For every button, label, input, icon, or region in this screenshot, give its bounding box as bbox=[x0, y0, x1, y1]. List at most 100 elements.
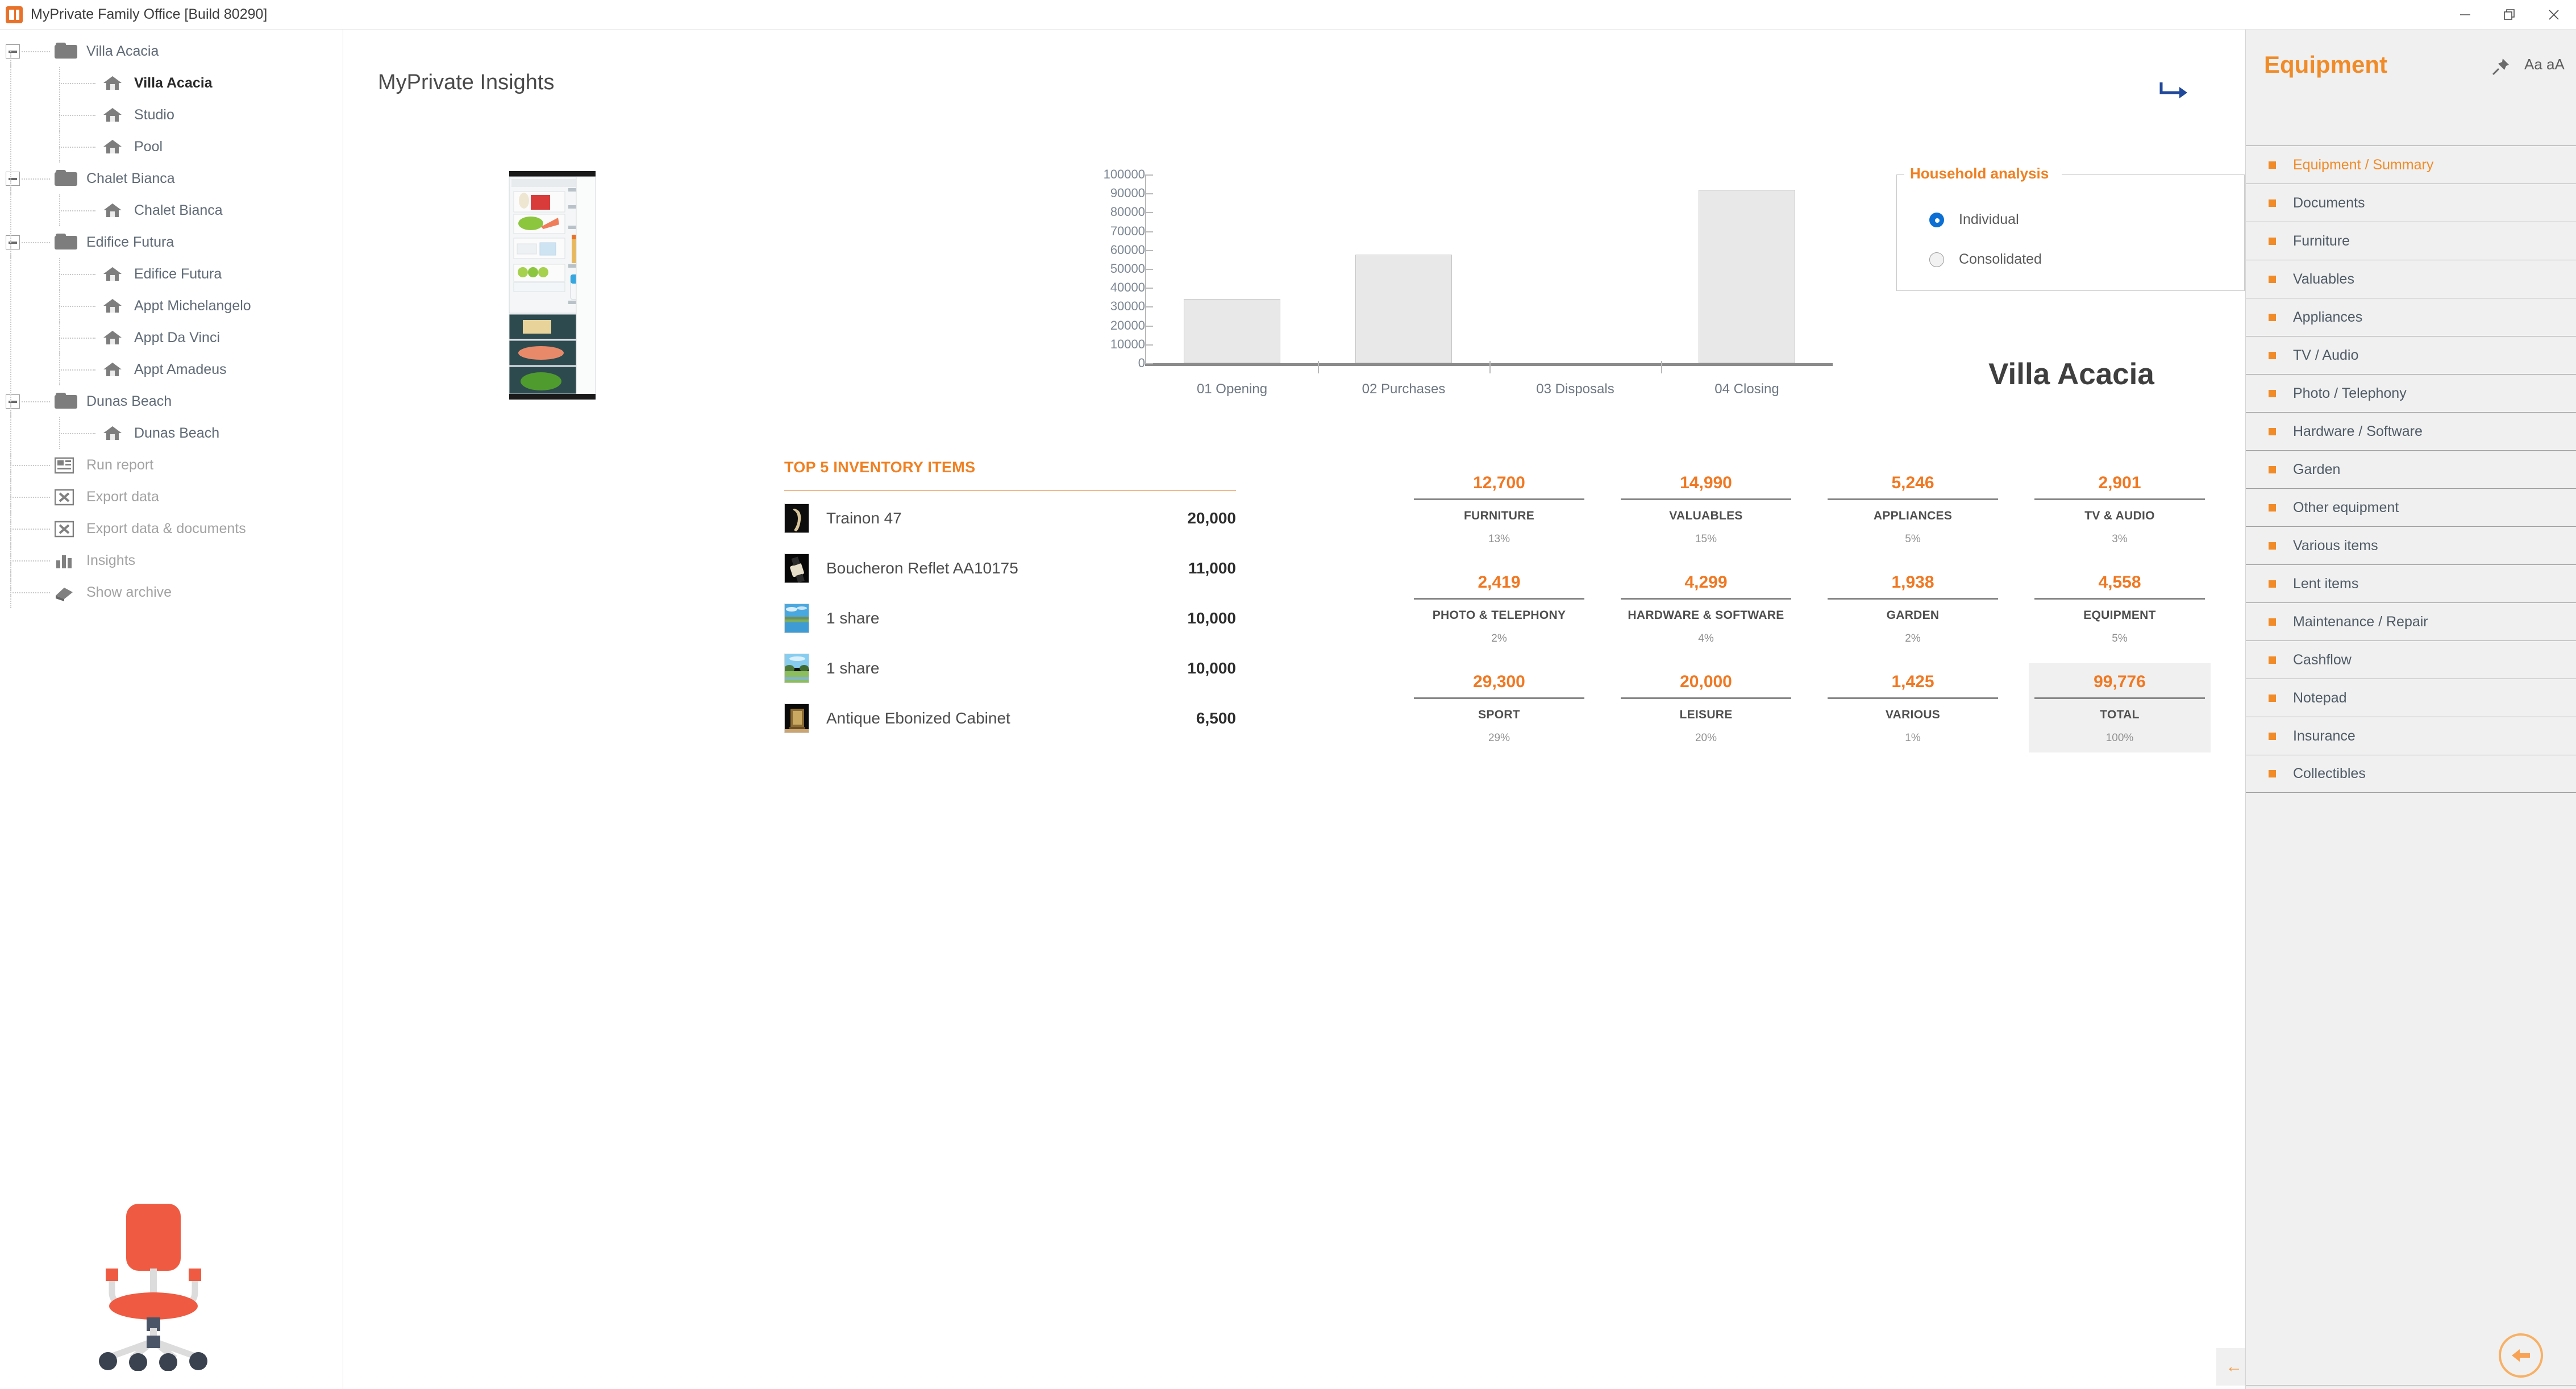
context-panel-title: Equipment bbox=[2264, 51, 2387, 78]
radio-consolidated[interactable]: Consolidated bbox=[1929, 251, 2042, 268]
chart-bar bbox=[1699, 189, 1795, 363]
context-item-tv-audio[interactable]: TV / Audio bbox=[2246, 336, 2576, 374]
radio-individual-indicator[interactable] bbox=[1929, 212, 1944, 227]
kpi-card-various[interactable]: 1,425 VARIOUS 1% bbox=[1822, 663, 2004, 752]
kpi-card-garden[interactable]: 1,938 GARDEN 2% bbox=[1822, 564, 2004, 653]
kpi-value: 14,990 bbox=[1680, 473, 1732, 492]
tree-expand-toggle[interactable] bbox=[6, 235, 20, 249]
context-item-maintenance-repair[interactable]: Maintenance / Repair bbox=[2246, 602, 2576, 641]
context-item-label: TV / Audio bbox=[2293, 347, 2359, 363]
tree-item-pool[interactable]: Pool bbox=[0, 131, 343, 163]
kpi-value: 4,558 bbox=[2098, 573, 2141, 592]
tree-item-appt-michelangelo[interactable]: Appt Michelangelo bbox=[0, 290, 343, 322]
inventory-item-row[interactable]: 1 share 10,000 bbox=[784, 596, 1236, 641]
context-item-hardware-software[interactable]: Hardware / Software bbox=[2246, 412, 2576, 450]
kpi-card-appliances[interactable]: 5,246 APPLIANCES 5% bbox=[1822, 464, 2004, 554]
tree-item-dunas-beach[interactable]: Dunas Beach bbox=[0, 417, 343, 449]
context-item-label: Valuables bbox=[2293, 271, 2354, 287]
kpi-percentage: 29% bbox=[1488, 732, 1510, 744]
close-button[interactable] bbox=[2532, 0, 2576, 30]
chart-y-tick: 30000 bbox=[1110, 299, 1145, 314]
font-size-toggle[interactable]: Aa aA bbox=[2524, 56, 2565, 73]
kpi-card-furniture[interactable]: 12,700 FURNITURE 13% bbox=[1408, 464, 1590, 554]
context-item-valuables[interactable]: Valuables bbox=[2246, 260, 2576, 298]
tree-item-label: Chalet Bianca bbox=[134, 202, 223, 218]
golf-landscape-thumb bbox=[784, 654, 809, 683]
chart-y-tickmark bbox=[1145, 231, 1153, 232]
tree-item-run-report[interactable]: Run report bbox=[0, 449, 343, 481]
kpi-divider bbox=[1414, 498, 1584, 500]
tree-item-appt-da-vinci[interactable]: Appt Da Vinci bbox=[0, 322, 343, 354]
context-item-collectibles[interactable]: Collectibles bbox=[2246, 755, 2576, 793]
pin-icon[interactable] bbox=[2491, 57, 2511, 79]
bullet-square-icon bbox=[2269, 389, 2276, 397]
context-item-label: Various items bbox=[2293, 537, 2378, 554]
tree-item-export-data-documents[interactable]: Export data & documents bbox=[0, 513, 343, 544]
tree-expand-toggle[interactable] bbox=[6, 44, 20, 59]
radio-consolidated-indicator[interactable] bbox=[1929, 252, 1944, 267]
tree-expand-toggle[interactable] bbox=[6, 394, 20, 409]
context-item-garden[interactable]: Garden bbox=[2246, 450, 2576, 488]
tree-item-chalet-bianca[interactable]: Chalet Bianca bbox=[0, 163, 343, 194]
tree-item-show-archive[interactable]: Show archive bbox=[0, 576, 343, 608]
inventory-item-row[interactable]: 1 share 10,000 bbox=[784, 646, 1236, 691]
inventory-item-value: 6,500 bbox=[1196, 709, 1236, 727]
context-item-cashflow[interactable]: Cashflow bbox=[2246, 641, 2576, 679]
kpi-card-photo-telephony[interactable]: 2,419 PHOTO & TELEPHONY 2% bbox=[1408, 564, 1590, 653]
tree-item-chalet-bianca[interactable]: Chalet Bianca bbox=[0, 194, 343, 226]
context-item-documents[interactable]: Documents bbox=[2246, 184, 2576, 222]
kpi-label: GARDEN bbox=[1886, 609, 1940, 622]
tree-item-label: Studio bbox=[134, 106, 174, 123]
kpi-card-tv-audio[interactable]: 2,901 TV & AUDIO 3% bbox=[2029, 464, 2211, 554]
kpi-percentage: 5% bbox=[2112, 633, 2128, 644]
kpi-label: TV & AUDIO bbox=[2084, 509, 2155, 522]
kpi-card-leisure[interactable]: 20,000 LEISURE 20% bbox=[1615, 663, 1797, 752]
tree-item-dunas-beach[interactable]: Dunas Beach bbox=[0, 385, 343, 417]
kpi-card-valuables[interactable]: 14,990 VALUABLES 15% bbox=[1615, 464, 1797, 554]
context-item-other-equipment[interactable]: Other equipment bbox=[2246, 488, 2576, 526]
refrigerator-photo bbox=[506, 169, 608, 407]
tree-item-export-data[interactable]: Export data bbox=[0, 481, 343, 513]
tree-expand-toggle[interactable] bbox=[6, 172, 20, 186]
context-item-various-items[interactable]: Various items bbox=[2246, 526, 2576, 564]
tree-item-edifice-futura[interactable]: Edifice Futura bbox=[0, 226, 343, 258]
kpi-row: 2,419 PHOTO & TELEPHONY 2% 4,299 HARDWARE & … bbox=[1408, 564, 2235, 653]
radio-consolidated-label: Consolidated bbox=[1959, 251, 2042, 267]
main-content-area: MyPrivate Insights 0 10000 20000 30000 4… bbox=[344, 30, 2560, 1389]
context-item-lent-items[interactable]: Lent items bbox=[2246, 564, 2576, 602]
tree-item-appt-amadeus[interactable]: Appt Amadeus bbox=[0, 354, 343, 385]
radio-individual[interactable]: Individual bbox=[1929, 211, 2019, 228]
tree-item-studio[interactable]: Studio bbox=[0, 99, 343, 131]
kpi-value: 1,425 bbox=[1891, 672, 1934, 691]
maximize-restore-button[interactable] bbox=[2487, 0, 2532, 30]
kpi-card-equipment[interactable]: 4,558 EQUIPMENT 5% bbox=[2029, 564, 2211, 653]
context-item-notepad[interactable]: Notepad bbox=[2246, 679, 2576, 717]
tree-item-insights[interactable]: Insights bbox=[0, 544, 343, 576]
tree-item-label: Appt Da Vinci bbox=[134, 329, 220, 346]
share-arrow-icon[interactable] bbox=[2157, 78, 2188, 106]
inventory-item-row[interactable]: Antique Ebonized Cabinet 6,500 bbox=[784, 696, 1236, 741]
chart-x-axis bbox=[1145, 363, 1833, 366]
tree-item-villa-acacia[interactable]: Villa Acacia bbox=[0, 35, 343, 67]
inventory-item-name: Trainon 47 bbox=[826, 509, 902, 527]
house-icon bbox=[102, 297, 123, 314]
chart-y-tickmark bbox=[1145, 306, 1153, 308]
kpi-card-sport[interactable]: 29,300 SPORT 29% bbox=[1408, 663, 1590, 752]
tree-item-label: Insights bbox=[86, 552, 136, 568]
back-arrow-circle-icon[interactable] bbox=[2499, 1333, 2543, 1378]
minimize-button[interactable] bbox=[2443, 0, 2487, 30]
bullet-square-icon bbox=[2269, 770, 2276, 777]
tree-item-villa-acacia[interactable]: Villa Acacia bbox=[0, 67, 343, 99]
inventory-item-row[interactable]: Trainon 47 20,000 bbox=[784, 496, 1236, 541]
kpi-value: 5,246 bbox=[1891, 473, 1934, 492]
tree-item-edifice-futura[interactable]: Edifice Futura bbox=[0, 258, 343, 290]
context-item-furniture[interactable]: Furniture bbox=[2246, 222, 2576, 260]
inventory-item-row[interactable]: Boucheron Reflet AA10175 11,000 bbox=[784, 546, 1236, 591]
context-item-appliances[interactable]: Appliances bbox=[2246, 298, 2576, 336]
kpi-card-hardware-software[interactable]: 4,299 HARDWARE & SOFTWARE 4% bbox=[1615, 564, 1797, 653]
context-item-equipment-summary[interactable]: Equipment / Summary bbox=[2246, 145, 2576, 184]
context-item-insurance[interactable]: Insurance bbox=[2246, 717, 2576, 755]
context-item-photo-telephony[interactable]: Photo / Telephony bbox=[2246, 374, 2576, 412]
kpi-card-total[interactable]: 99,776 TOTAL 100% bbox=[2029, 663, 2211, 752]
kpi-value: 29,300 bbox=[1473, 672, 1525, 691]
